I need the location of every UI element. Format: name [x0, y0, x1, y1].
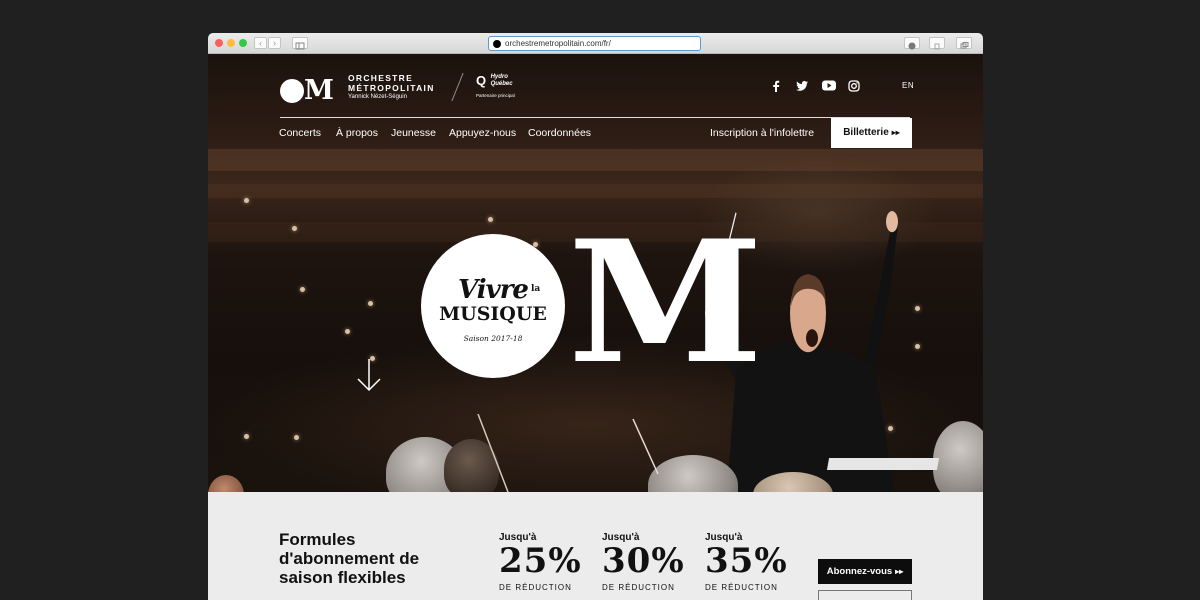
double-arrow-icon: ▸▸ [895, 567, 904, 576]
tabs-icon [960, 42, 969, 49]
tickets-button-label: Billetterie [843, 127, 889, 138]
nav-item-a-propos[interactable]: À propos [336, 126, 378, 140]
close-window-button[interactable] [215, 39, 223, 47]
browser-toolbar: ‹ › orchestremetropolitain.com/fr/ [208, 33, 983, 54]
language-switch[interactable]: EN [902, 81, 914, 90]
badge-vivre: Vivre [458, 275, 529, 305]
offers-title: Formules d'abonnement de saison flexible… [279, 530, 420, 587]
forward-button[interactable]: › [268, 37, 281, 49]
offer-label: DE RÉDUCTION [705, 583, 778, 592]
hall-light [915, 344, 920, 349]
offer-percent: 25% [499, 541, 582, 581]
subscribe-button-label: Abonnez-vous [826, 566, 893, 577]
logo-wordmark: ORCHESTRE MÉTROPOLITAIN Yannick Nézet-Sé… [348, 73, 435, 102]
hall-light [244, 198, 249, 203]
hall-light [244, 434, 249, 439]
newsletter-link[interactable]: Inscription à l'infolettre [710, 126, 814, 140]
browser-window: ‹ › orchestremetropolitain.com/fr/ M ORC… [208, 33, 983, 600]
offer-card: Jusqu'à 25% DE RÉDUCTION [499, 532, 589, 594]
nav-item-jeunesse[interactable]: Jeunesse [391, 126, 436, 140]
offer-label: DE RÉDUCTION [602, 583, 675, 592]
logo-letter: M [304, 75, 334, 106]
site-favicon-icon [493, 39, 501, 48]
offer-label: DE RÉDUCTION [499, 583, 572, 592]
url-text: orchestremetropolitain.com/fr/ [505, 39, 611, 48]
back-button[interactable]: ‹ [254, 37, 267, 49]
logo-line-2: MÉTROPOLITAIN [348, 83, 435, 93]
share-button[interactable] [929, 37, 945, 50]
hall-light [292, 226, 297, 231]
hall-light [368, 301, 373, 306]
secondary-offer-button[interactable] [818, 590, 912, 600]
zoom-window-button[interactable] [239, 39, 247, 47]
instagram-icon[interactable] [848, 80, 860, 94]
offer-card: Jusqu'à 35% DE RÉDUCTION [705, 532, 795, 594]
music-stand [826, 458, 940, 470]
musician-head [208, 475, 244, 492]
badge-la: la [531, 284, 541, 294]
sidebar-icon [295, 42, 305, 50]
double-arrow-icon: ▸▸ [891, 128, 900, 137]
facebook-icon[interactable] [771, 80, 781, 94]
violin-bows [477, 414, 659, 492]
header-divider [280, 117, 910, 118]
nav-item-concerts[interactable]: Concerts [279, 126, 321, 140]
scroll-down-arrow-icon[interactable] [357, 358, 381, 392]
tickets-button[interactable]: Billetterie ▸▸ [831, 118, 912, 148]
season-badge: Vivre la MUSIQUE Saison 2017-18 [421, 234, 565, 378]
share-icon [934, 43, 940, 50]
offer-percent: 35% [705, 541, 788, 581]
sidebar-toggle-button[interactable] [292, 37, 308, 50]
partner-name-1: Hydro [490, 74, 508, 80]
partner-logo[interactable]: Q Hydro Québec Partenaire principal [476, 74, 515, 99]
subscription-offers: Formules d'abonnement de saison flexible… [208, 492, 983, 600]
partner-caption: Partenaire principal [476, 93, 515, 98]
downloads-button[interactable] [904, 37, 920, 50]
badge-musique: MUSIQUE [439, 303, 547, 325]
youtube-icon[interactable] [821, 80, 836, 94]
partner-name: Hydro Québec [491, 74, 513, 88]
hall-light [488, 217, 493, 222]
hero-banner: M ORCHESTRE MÉTROPOLITAIN Yannick Nézet-… [208, 54, 983, 492]
nav-item-coordonnees[interactable]: Coordonnées [528, 126, 591, 140]
hall-light [915, 306, 920, 311]
offer-card: Jusqu'à 30% DE RÉDUCTION [602, 532, 692, 594]
hall-balcony [208, 149, 983, 171]
hall-light [345, 329, 350, 334]
musician-head [933, 421, 983, 492]
address-bar[interactable]: orchestremetropolitain.com/fr/ [488, 36, 701, 51]
subscribe-button[interactable]: Abonnez-vous ▸▸ [818, 559, 912, 584]
twitter-icon[interactable] [795, 81, 809, 95]
hero-big-letter: M [568, 203, 763, 401]
logo-line-3: Yannick Nézet-Séguin [348, 94, 407, 100]
hall-light [294, 435, 299, 440]
partner-name-2: Québec [490, 81, 513, 87]
hall-light [300, 287, 305, 292]
download-icon [908, 42, 916, 50]
hall-balcony [208, 184, 983, 198]
minimize-window-button[interactable] [227, 39, 235, 47]
offer-percent: 30% [602, 541, 685, 581]
logo-line-1: ORCHESTRE [348, 73, 414, 83]
logo-divider [451, 72, 464, 102]
nav-item-appuyez-nous[interactable]: Appuyez-nous [449, 126, 516, 140]
badge-season: Saison 2017-18 [463, 334, 523, 343]
tabs-overview-button[interactable] [956, 37, 972, 49]
partner-q-letter: Q [476, 73, 487, 88]
logo-circle-icon [280, 79, 304, 103]
